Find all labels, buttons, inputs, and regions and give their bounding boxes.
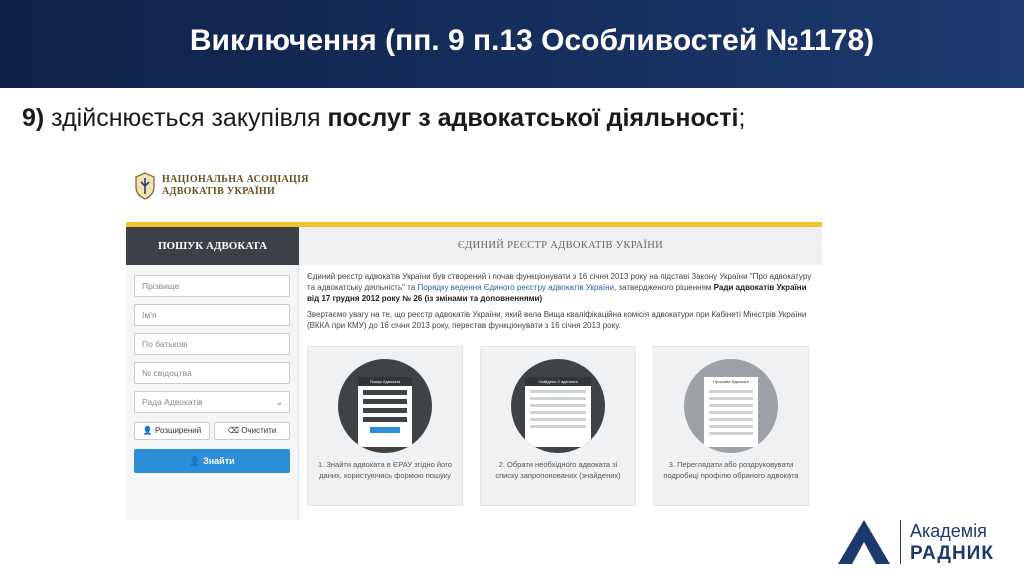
- slide-title-bar: Виключення (пп. 9 п.13 Особливостей №117…: [0, 0, 1024, 88]
- registry-website-screenshot: НАЦІОНАЛЬНА АСОЦІАЦІЯ АДВОКАТІВ УКРАЇНИ …: [122, 158, 822, 524]
- tab-lawyer-search[interactable]: ПОШУК АДВОКАТА: [126, 227, 299, 265]
- logo-line-1: НАЦІОНАЛЬНА АСОЦІАЦІЯ: [162, 174, 309, 185]
- step-card-profile: Профайл Адвоката 3. Переглядати або розд…: [653, 346, 809, 506]
- tab-registry[interactable]: ЄДИНИЙ РЕЄСТР АДВОКАТІВ УКРАЇНИ: [299, 227, 822, 265]
- user-icon: 👤: [189, 456, 201, 466]
- mock-title: Профайл Адвоката: [704, 377, 758, 386]
- profile-illustration: Профайл Адвоката: [684, 359, 778, 453]
- intro-paragraph-1: Єдиний реєстр адвокатів України був ство…: [307, 271, 812, 304]
- registry-intro: Єдиний реєстр адвокатів України був ство…: [307, 271, 812, 336]
- find-label: Знайти: [203, 456, 235, 466]
- subtitle-number: 9): [22, 104, 45, 132]
- eraser-icon: ⌫: [227, 426, 239, 435]
- brand-line-1: Академія: [910, 521, 987, 541]
- search-sidebar: Прізвище Ім'я По батькові № свідоцтва Ра…: [126, 265, 299, 520]
- brand-line-2: РАДНИК: [910, 543, 994, 564]
- mock-title: Пошук Адвоката: [358, 377, 412, 386]
- step-card-search: Пошук Адвоката 1. Знайти адвоката в ЄРАУ…: [307, 346, 463, 506]
- academy-brand-logo: Академія РАДНИК: [836, 516, 1016, 568]
- subtitle-text: здійснюється закупівля: [44, 104, 328, 132]
- results-list-illustration: Знайдено 2 адвоката: [511, 359, 605, 453]
- extended-search-label: Розширений: [155, 426, 202, 435]
- mock-title: Знайдено 2 адвоката: [525, 377, 591, 386]
- extended-search-button[interactable]: 👤 Розширений: [134, 422, 210, 440]
- council-select-value: Рада Адвокатів: [142, 397, 203, 407]
- subtitle-end: ;: [738, 104, 746, 132]
- brand-a-icon: [838, 520, 890, 564]
- step-3-text: 3. Переглядати або роздруковувати подроб…: [663, 460, 799, 480]
- step-2-text: 2. Обрати необхідного адвоката зі списку…: [495, 460, 621, 480]
- find-button[interactable]: 👤 Знайти: [134, 449, 290, 473]
- slide-title: Виключення (пп. 9 п.13 Особливостей №117…: [189, 24, 875, 57]
- search-form-illustration: Пошук Адвоката: [338, 359, 432, 453]
- association-logo[interactable]: НАЦІОНАЛЬНА АСОЦІАЦІЯ АДВОКАТІВ УКРАЇНИ: [134, 170, 374, 206]
- chevron-down-icon: ⌄: [275, 397, 283, 407]
- name-input[interactable]: Ім'я: [134, 304, 290, 326]
- council-select[interactable]: Рада Адвокатів ⌄: [134, 391, 290, 413]
- clear-label: Очистити: [241, 426, 277, 435]
- logo-line-2: АДВОКАТІВ УКРАЇНИ: [162, 186, 276, 197]
- intro-tail: , затвердженого рішенням: [613, 283, 714, 292]
- emblem-icon: [135, 172, 155, 200]
- certificate-number-input[interactable]: № свідоцтва: [134, 362, 290, 384]
- patronymic-input[interactable]: По батькові: [134, 333, 290, 355]
- user-icon: 👤: [142, 426, 153, 435]
- step-card-select: Знайдено 2 адвоката 2. Обрати необхідног…: [480, 346, 636, 506]
- slide-subtitle: 9) здійснюється закупівля послуг з адвок…: [22, 104, 745, 133]
- clear-button[interactable]: ⌫ Очистити: [214, 422, 290, 440]
- step-1-text: 1. Знайти адвоката в ЄРАУ згідно його да…: [318, 460, 452, 480]
- registry-procedure-link[interactable]: Порядку ведення Єдиного реєстру адвокаті…: [417, 283, 614, 292]
- surname-input[interactable]: Прізвище: [134, 275, 290, 297]
- intro-paragraph-2: Звертаємо увагу на те, що реєстр адвокат…: [307, 310, 807, 330]
- subtitle-bold-text: послуг з адвокатської діяльності: [327, 104, 739, 132]
